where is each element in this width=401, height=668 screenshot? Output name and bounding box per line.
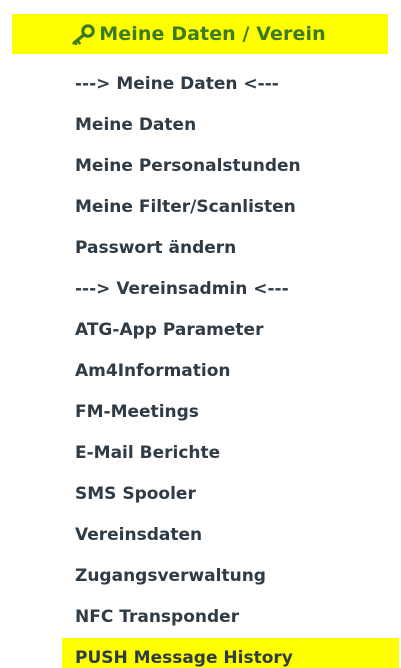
menu-item-meine-personalstunden[interactable]: Meine Personalstunden [0,146,401,187]
account-menu-panel: Meine Daten / Verein ---> Meine Daten <-… [0,0,401,668]
menu-item-push-message-history[interactable]: PUSH Message History [62,638,399,668]
menu-item-sms-spooler[interactable]: SMS Spooler [0,474,401,515]
menu-item-passwort-aendern[interactable]: Passwort ändern [0,228,401,269]
menu-item-zugangsverwaltung[interactable]: Zugangsverwaltung [0,556,401,597]
menu-item-meine-daten[interactable]: Meine Daten [0,105,401,146]
menu-separator-meine-daten: ---> Meine Daten <--- [75,74,279,94]
menu-separator-vereinsadmin: ---> Vereinsadmin <--- [75,279,289,299]
menu-item-atg-app-parameter[interactable]: ATG-App Parameter [0,310,401,351]
menu-item-nfc-transponder[interactable]: NFC Transponder [0,597,401,638]
menu-title[interactable]: Meine Daten / Verein [99,23,325,45]
menu-item-am4information[interactable]: Am4Information [0,351,401,392]
menu-item-vereinsdaten[interactable]: Vereinsdaten [0,515,401,556]
menu-header: Meine Daten / Verein [12,14,388,54]
menu-item-email-berichte[interactable]: E-Mail Berichte [0,433,401,474]
menu-list: ---> Meine Daten <--- Meine Daten Meine … [0,64,401,668]
menu-header-content: Meine Daten / Verein [70,23,326,46]
key-icon [70,23,96,46]
menu-item-fm-meetings[interactable]: FM-Meetings [0,392,401,433]
menu-item-meine-filter-scanlisten[interactable]: Meine Filter/Scanlisten [0,187,401,228]
